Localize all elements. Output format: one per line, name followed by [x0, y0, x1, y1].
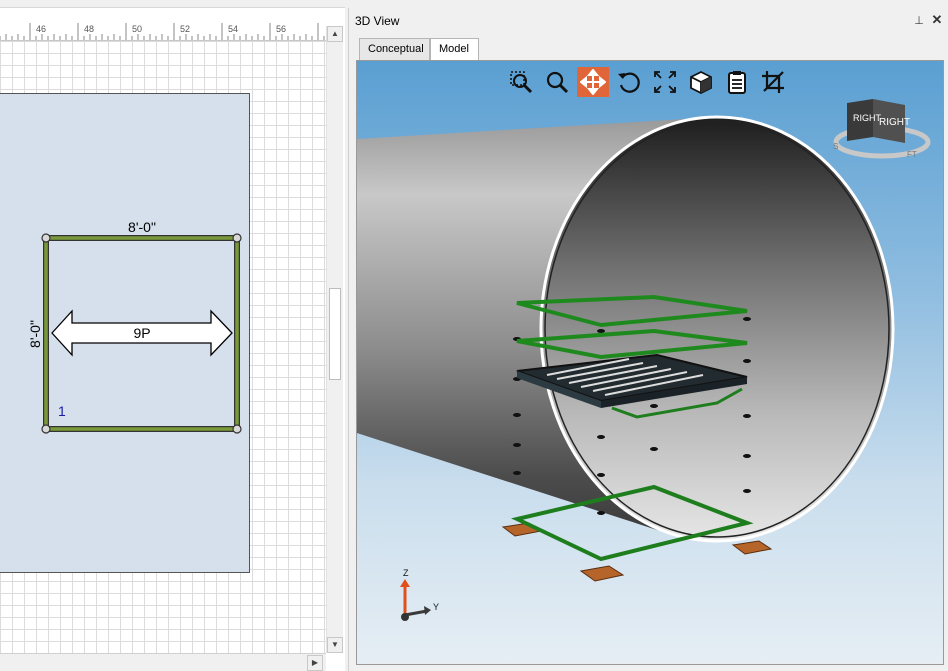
corner-node[interactable] — [41, 424, 51, 434]
corner-node[interactable] — [232, 233, 242, 243]
panel-title: 3D View — [355, 14, 400, 28]
bay-number: 1 — [58, 403, 66, 419]
y-axis-arrow — [424, 606, 431, 615]
scroll-up-button[interactable]: ▲ — [327, 26, 343, 42]
axis-gizmo: Z Y — [393, 565, 453, 625]
y-axis-label: Y — [433, 602, 439, 612]
compass-label: S — [833, 142, 838, 151]
view-cube-icon[interactable] — [685, 67, 717, 97]
corner-node[interactable] — [41, 233, 51, 243]
zoom-window-icon[interactable] — [505, 67, 537, 97]
plan-pane[interactable]: 46 48 50 52 54 56 9P 8'-0" 8'-0" 1 ▲ ▼ ▶ — [0, 0, 345, 671]
zoom-icon[interactable] — [541, 67, 573, 97]
view-cube[interactable]: RIGHT RIGHT S FT — [827, 97, 937, 167]
cube-face-label: RIGHT — [853, 113, 882, 123]
zoom-extents-icon[interactable] — [649, 67, 681, 97]
pin-icon[interactable]: ⊥ — [912, 14, 926, 28]
y-axis — [404, 609, 428, 617]
tab-label: Model — [439, 43, 469, 55]
plan-drawing[interactable]: 9P 8'-0" 8'-0" 1 — [0, 0, 326, 671]
orbit-icon[interactable] — [613, 67, 645, 97]
z-axis-label: Z — [403, 568, 409, 578]
tab-conceptual[interactable]: Conceptual — [359, 38, 430, 60]
horizontal-scrollbar[interactable]: ▶ — [0, 653, 326, 671]
scroll-thumb[interactable] — [329, 288, 341, 380]
scroll-down-button[interactable]: ▼ — [327, 637, 343, 653]
pipe-opening[interactable] — [539, 115, 895, 543]
tab-model[interactable]: Model — [430, 38, 479, 61]
pan-icon[interactable] — [577, 67, 609, 97]
panel-titlebar: 3D View ⊥ ✕ — [349, 8, 948, 34]
close-icon[interactable]: ✕ — [930, 13, 944, 27]
arrow-label: 9P — [133, 325, 150, 341]
tab-label: Conceptual — [368, 43, 424, 55]
scroll-right-button[interactable]: ▶ — [307, 655, 323, 671]
corner-node[interactable] — [232, 424, 242, 434]
axis-origin — [401, 613, 409, 621]
3d-view-panel: 3D View ⊥ ✕ Conceptual Model RIGHT RIGHT… — [348, 8, 948, 671]
dimension-left: 8'-0" — [27, 320, 43, 348]
crop-section-icon[interactable] — [757, 67, 789, 97]
vertical-scrollbar[interactable]: ▲ ▼ — [326, 26, 343, 653]
compass-label: FT — [907, 150, 917, 159]
dimension-top: 8'-0" — [128, 219, 156, 235]
viewport-toolbar — [505, 67, 789, 97]
3d-viewport[interactable]: RIGHT RIGHT S FT Z Y — [356, 60, 944, 665]
z-axis-arrow — [400, 579, 410, 587]
app-window: 46 48 50 52 54 56 9P 8'-0" 8'-0" 1 ▲ ▼ ▶… — [0, 0, 948, 671]
base-plate[interactable] — [579, 565, 625, 582]
clipboard-icon[interactable] — [721, 67, 753, 97]
base-plate[interactable] — [731, 540, 773, 555]
cube-face-label: RIGHT — [879, 117, 910, 128]
